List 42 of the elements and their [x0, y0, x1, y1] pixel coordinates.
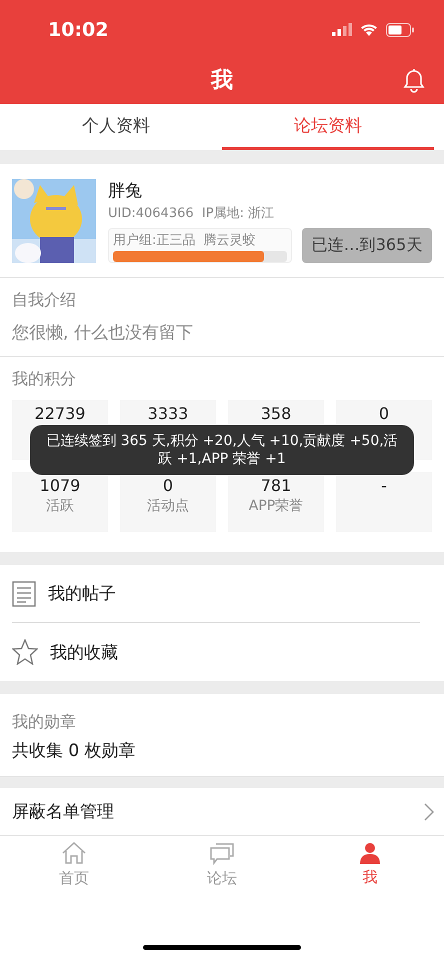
nav-tab[interactable]: 首页 — [0, 836, 148, 892]
user-group-text: 用户组:正三品 腾云灵蛟 — [113, 232, 257, 249]
page-title: 我 — [211, 66, 233, 94]
stat-value: 358 — [260, 404, 292, 423]
home-icon — [61, 840, 87, 864]
stat-value: 1079 — [40, 476, 80, 495]
stat-value: 0 — [378, 404, 390, 423]
signal-icon — [332, 23, 352, 36]
stat-label: APP荣誉 — [248, 497, 304, 515]
stat-value: 0 — [162, 476, 174, 495]
wifi-icon — [360, 23, 378, 36]
chat-icon — [209, 840, 235, 864]
profile-tab[interactable]: 个人资料 — [10, 104, 222, 150]
stat-label: 活动点 — [147, 497, 189, 515]
toast-message: 已连续签到 365 天,积分 +20,人气 +10,贡献度 +50,活跃 +1,APP 荣誉 +1 — [30, 425, 414, 476]
stat-value: 781 — [260, 476, 292, 495]
stat-label: 活跃 — [46, 497, 74, 515]
bell-icon[interactable] — [402, 67, 426, 93]
chevron-right-icon — [424, 802, 434, 820]
section-title: 我的积分 — [12, 369, 77, 390]
user-name: 胖兔 — [108, 180, 143, 202]
intro-text: 您很懒, 什么也没有留下 — [12, 322, 194, 344]
section-title: 我的勋章 — [12, 712, 77, 733]
section-title: 自我介绍 — [12, 290, 77, 311]
menu-item-label: 我的收藏 — [50, 642, 118, 664]
status-time: 10:02 — [48, 18, 108, 40]
menu-item[interactable]: 我的收藏 — [12, 623, 420, 681]
stat-value: 3333 — [148, 404, 188, 423]
document-icon — [12, 580, 36, 606]
nav-tab[interactable]: 我 — [296, 836, 444, 892]
stat-value: 22739 — [34, 404, 86, 423]
medal-count-text: 共收集 0 枚勋章 — [12, 740, 137, 762]
star-icon — [12, 639, 38, 665]
stat-value: - — [381, 476, 387, 495]
nav-tab[interactable]: 论坛 — [148, 836, 296, 892]
user-id-text: UID:4064366 IP属地: 浙江 — [108, 205, 276, 222]
battery-icon — [386, 22, 414, 36]
menu-item-label: 屏蔽名单管理 — [12, 801, 114, 823]
person-icon — [359, 842, 381, 864]
menu-item-label: 我的帖子 — [48, 583, 116, 605]
menu-item[interactable]: 我的帖子 — [12, 565, 420, 623]
block-list-item[interactable]: 屏蔽名单管理 — [0, 788, 444, 836]
